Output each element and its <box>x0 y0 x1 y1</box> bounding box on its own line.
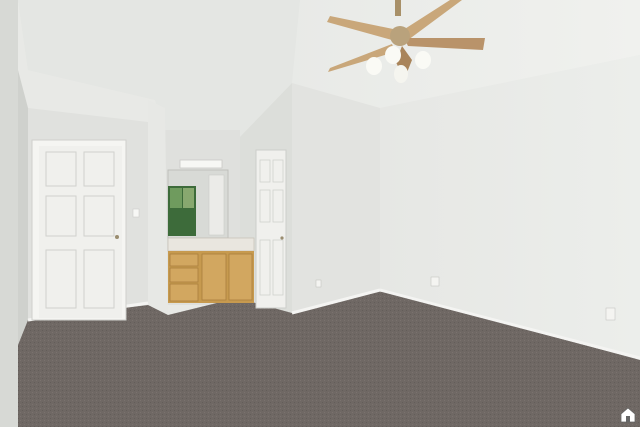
outlet <box>430 276 440 287</box>
room-photo <box>0 0 640 427</box>
left-wall-return <box>18 70 28 345</box>
pillar <box>148 100 168 315</box>
mirror-door-reflection <box>208 174 225 236</box>
mirror-window-pane <box>183 188 194 208</box>
outlet <box>605 307 616 321</box>
vanity-counter <box>167 237 255 252</box>
left-door <box>39 146 122 318</box>
center-door <box>255 149 287 309</box>
room-illustration <box>0 0 640 427</box>
light-switch <box>132 208 140 218</box>
outlet <box>315 279 322 288</box>
vanity-light <box>179 159 223 169</box>
center-wall <box>292 83 380 313</box>
mirror-window-pane <box>170 188 182 208</box>
left-door-knob <box>115 235 119 239</box>
vanity-drawers <box>169 253 253 302</box>
left-wall <box>0 0 18 427</box>
center-door-knob <box>280 236 284 240</box>
